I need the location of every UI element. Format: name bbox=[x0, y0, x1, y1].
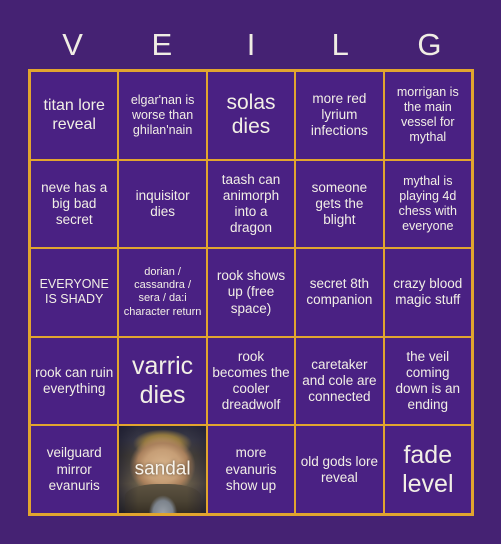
bingo-cell-label: more evanuris show up bbox=[225, 445, 277, 493]
bingo-cell-label: varric dies bbox=[132, 352, 194, 410]
bingo-cell-label: dorian / cassandra / sera / da:i charact… bbox=[123, 265, 202, 318]
bingo-cell[interactable]: varric dies bbox=[119, 337, 206, 425]
bingo-cell-label: mythal is playing 4d chess with everyone bbox=[398, 173, 457, 233]
bingo-cell-label: crazy blood magic stuff bbox=[393, 276, 463, 308]
header-letter-v: V bbox=[62, 27, 83, 62]
bingo-cell[interactable]: more evanuris show up bbox=[207, 426, 295, 513]
header-letter-g: G bbox=[417, 27, 442, 62]
bingo-cell-label: secret 8th companion bbox=[306, 276, 373, 308]
bingo-cell[interactable]: dorian / cassandra / sera / da:i charact… bbox=[119, 249, 206, 336]
bingo-cell-label: sandal bbox=[134, 458, 191, 480]
bingo-cell-label: rook becomes the cooler dreadwolf bbox=[212, 348, 290, 413]
bingo-cell[interactable]: mythal is playing 4d chess with everyone bbox=[384, 160, 471, 248]
bingo-cell-label: EVERYONE IS SHADY bbox=[39, 277, 109, 307]
bingo-cell-label: morrigan is the main vessel for mythal bbox=[396, 85, 459, 145]
bingo-cell-label: old gods lore reveal bbox=[300, 453, 379, 485]
bingo-cell[interactable]: rook becomes the cooler dreadwolf bbox=[207, 337, 295, 425]
bingo-cell[interactable]: morrigan is the main vessel for mythal bbox=[384, 72, 471, 159]
bingo-cell-label: rook shows up (free space) bbox=[216, 268, 286, 316]
bingo-cell[interactable]: caretaker and cole are connected bbox=[296, 337, 383, 425]
bingo-cell[interactable]: sandal bbox=[119, 426, 206, 513]
bingo-cell[interactable]: EVERYONE IS SHADY bbox=[31, 249, 118, 336]
bingo-cell[interactable]: rook can ruin everything bbox=[31, 337, 118, 425]
bingo-cell-label: veilguard mirror evanuris bbox=[46, 445, 102, 493]
bingo-cell[interactable]: crazy blood magic stuff bbox=[384, 249, 471, 336]
bingo-cell[interactable]: elgar'nan is worse than ghilan'nain bbox=[119, 72, 206, 159]
bingo-grid: titan lore reveal elgar'nan is worse than… bbox=[28, 69, 474, 516]
bingo-cell-label: more red lyrium infections bbox=[310, 91, 368, 139]
header-letter-l: L bbox=[331, 27, 349, 62]
bingo-cell[interactable]: titan lore reveal bbox=[31, 72, 118, 159]
bingo-cell[interactable]: neve has a big bad secret bbox=[31, 160, 118, 248]
bingo-cell-label: taash can animorph into a dragon bbox=[221, 171, 281, 236]
bingo-cell-label: inquisitor dies bbox=[135, 187, 190, 219]
bingo-cell-label: titan lore reveal bbox=[43, 97, 105, 134]
bingo-cell-label: solas dies bbox=[226, 90, 276, 139]
bingo-cell[interactable]: rook shows up (free space) bbox=[207, 249, 295, 336]
bingo-cell[interactable]: veilguard mirror evanuris bbox=[31, 426, 118, 513]
bingo-cell[interactable]: solas dies bbox=[207, 72, 295, 159]
bingo-header: V E I L G bbox=[28, 22, 474, 68]
bingo-cell[interactable]: more red lyrium infections bbox=[296, 72, 383, 159]
bingo-cell[interactable]: fade level bbox=[384, 426, 471, 513]
header-letter-e: E bbox=[151, 27, 173, 62]
bingo-cell-label: elgar'nan is worse than ghilan'nain bbox=[130, 92, 195, 137]
bingo-cell-label: neve has a big bad secret bbox=[41, 179, 108, 227]
bingo-cell-label: the veil coming down is an ending bbox=[395, 348, 461, 413]
bingo-cell[interactable]: the veil coming down is an ending bbox=[384, 337, 471, 425]
bingo-cell[interactable]: someone gets the blight bbox=[296, 160, 383, 248]
header-letter-i: I bbox=[246, 27, 256, 62]
bingo-cell-label: someone gets the blight bbox=[311, 179, 368, 227]
bingo-cell[interactable]: inquisitor dies bbox=[119, 160, 206, 248]
bingo-cell-label: rook can ruin everything bbox=[35, 364, 114, 397]
bingo-card: V E I L G titan lore reveal elgar'nan is … bbox=[0, 0, 501, 544]
bingo-cell[interactable]: old gods lore reveal bbox=[296, 426, 383, 513]
bingo-cell[interactable]: secret 8th companion bbox=[296, 249, 383, 336]
bingo-cell-label: fade level bbox=[402, 440, 454, 498]
bingo-cell[interactable]: taash can animorph into a dragon bbox=[207, 160, 295, 248]
bingo-cell-label: caretaker and cole are connected bbox=[302, 356, 377, 405]
